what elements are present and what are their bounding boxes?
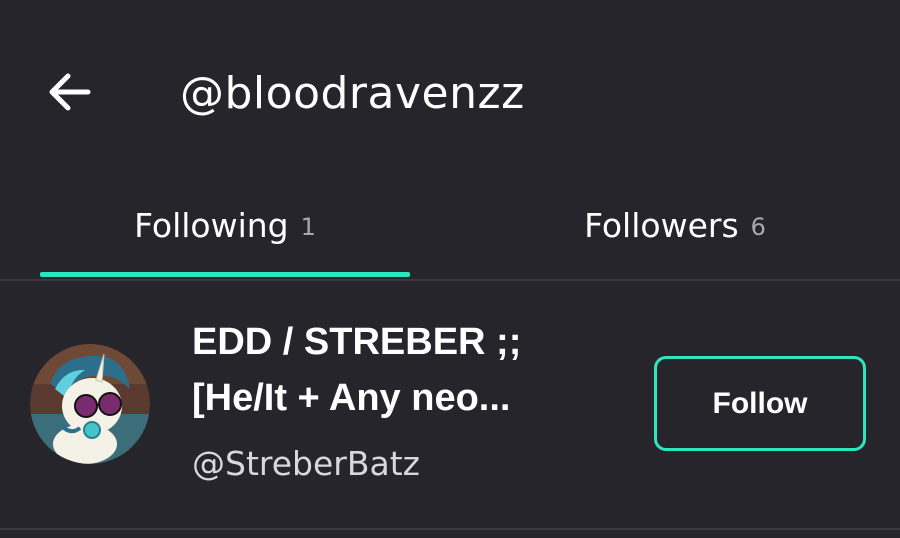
row-divider: [0, 528, 900, 530]
tab-bar: Following 1 Followers 6: [0, 175, 900, 279]
user-handle: @StreberBatz: [192, 444, 420, 483]
tab-divider: [0, 279, 900, 281]
tab-followers-count: 6: [750, 213, 766, 241]
unicorn-pony-avatar: [30, 344, 150, 464]
active-tab-indicator: [40, 272, 410, 277]
user-display-name[interactable]: EDD / STREBER ;; [He/It + Any neo...: [192, 314, 612, 426]
follow-button[interactable]: Follow: [654, 356, 866, 451]
page-title: @bloodravenzz: [180, 68, 525, 119]
display-name-line-1: EDD / STREBER ;;: [192, 321, 522, 363]
tab-followers[interactable]: Followers 6: [490, 175, 860, 275]
list-item[interactable]: EDD / STREBER ;; [He/It + Any neo... @St…: [0, 282, 900, 528]
back-button[interactable]: [40, 62, 100, 122]
display-name-line-2: [He/It + Any neo...: [192, 377, 511, 419]
avatar[interactable]: [30, 344, 150, 464]
tab-followers-label: Followers: [584, 205, 739, 245]
tab-following[interactable]: Following 1: [40, 175, 410, 275]
arrow-left-icon: [49, 73, 91, 111]
tab-following-label: Following: [134, 205, 289, 245]
top-bar: @bloodravenzz: [0, 0, 900, 175]
tab-following-count: 1: [300, 213, 316, 241]
